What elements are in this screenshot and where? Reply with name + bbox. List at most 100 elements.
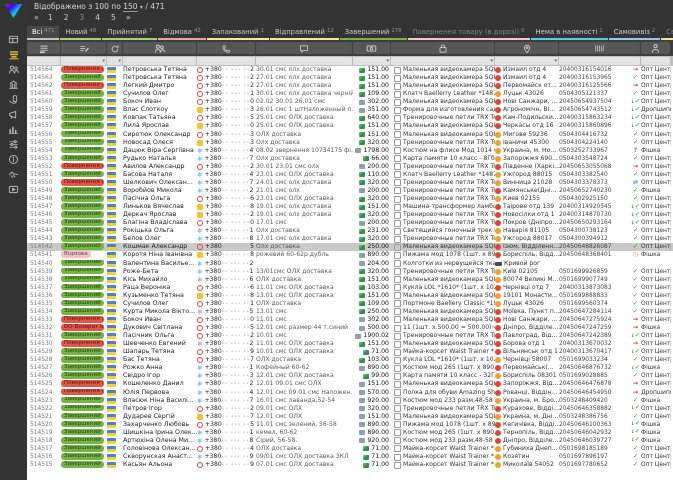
nav-dashboard[interactable] [0, 32, 27, 47]
channel-column-filter[interactable] [641, 57, 670, 65]
table-row[interactable]: 514541 Відмова Коротя Ніна Іванівна +380 ••… [27, 251, 673, 259]
order-id-column-filter[interactable] [27, 57, 60, 65]
country-cell [107, 204, 123, 211]
pager-first-button[interactable]: « [34, 13, 39, 22]
table-row[interactable]: 514527 Завершений Рожко Анна ❄ +380 •• ••• •… [27, 364, 673, 372]
table-row[interactable]: 514540 Завершений Валентина Василье... ❄ +38… [27, 259, 673, 268]
table-row[interactable]: 514564 Повернення (з... Петровська Тетяна +… [27, 66, 673, 74]
table-row[interactable]: 514551 Завершений Басова Наталя ❄ +380 •• ••… [27, 170, 673, 179]
nav-telephony[interactable] [0, 92, 27, 107]
tab-4[interactable]: Відмова 42 [158, 26, 206, 40]
table-row[interactable]: 514560 Завершений Бокоч Иван +380 •• ••• ••… [27, 98, 673, 106]
table-row[interactable]: 514553 Завершений Рудько Наталья ❄ +380 •• •… [27, 154, 673, 163]
table-row[interactable]: 514557 Завершений Лила Ярослав +380 •• ••• … [27, 122, 673, 130]
table-row[interactable]: 514556 Завершений Сиротюк Олександр +380 ••… [27, 130, 673, 139]
nav-marketing[interactable] [0, 107, 27, 122]
nav-stats[interactable] [0, 122, 27, 137]
table-row[interactable]: 514522 Завершений Петров Ігор +380 •• ••• •… [27, 404, 673, 413]
delivery-column-filter[interactable]: ▾ [495, 57, 558, 65]
table-row[interactable]: 514520 Завершений Захарченко Любовь +380 ••… [27, 420, 673, 429]
nav-company[interactable] [0, 77, 27, 92]
table-row[interactable]: 514516 Завершений Скворунская Анаст... ❄ +38… [27, 453, 673, 461]
table-row[interactable]: 514552 Повернення (з... Авилов Александр +3… [27, 162, 673, 171]
nav-info[interactable] [0, 152, 27, 167]
table-row[interactable]: 514548 Завершений Пасічна Ольга +380 •• •••… [27, 195, 673, 203]
table-row[interactable]: 514528 Завершений Бас Тетяна +380 •• ••• ••… [27, 356, 673, 364]
table-row[interactable]: 514550 Повернення (з... Шелкович Олексан..… [27, 178, 673, 187]
page-size-dropdown[interactable]: 150 [123, 2, 138, 12]
country-column-header[interactable] [107, 42, 122, 54]
pager-page-5[interactable]: 5 [110, 13, 117, 22]
pager-page-2[interactable]: 2 [63, 13, 70, 22]
table-row[interactable]: 514530 Повернення (з... Шевченко Евгений ❄+… [27, 340, 673, 348]
customer-column-header[interactable] [123, 42, 196, 54]
table-row[interactable]: 514531 Завершений Пасічник Ольга +380 •• ••… [27, 332, 673, 340]
table-row[interactable]: 514535 Завершений Сучилов Олег +380 •• ••• … [27, 299, 673, 308]
nav-video[interactable] [0, 182, 27, 197]
table-row[interactable]: 514532 DO Возврат ок... Дукович Світлана +3… [27, 324, 673, 332]
table-row[interactable]: 514563 Завершений Петровська Тетяна +380 ••… [27, 74, 673, 82]
table-row[interactable]: 514515 Завершений Касьян Альона +380 •• •••… [27, 461, 673, 469]
order-id-column-header[interactable] [27, 42, 60, 54]
phone-column-header[interactable] [197, 42, 255, 54]
channel-column-header[interactable] [641, 42, 670, 54]
table-row[interactable]: 514533 Повернення (з... Бокоч Иван +380 •• … [27, 315, 673, 324]
table-row[interactable]: 514549 Завершений Воробйов Микола ❄ +380 •• … [27, 186, 673, 195]
table-row[interactable]: 514555 Завершений Новосад Олеся +380 •• •••… [27, 138, 673, 147]
order-comment: Олх доставка [256, 243, 300, 251]
nav-orders[interactable] [0, 47, 27, 62]
table-row[interactable]: 514526 Завершений Свідро Ігор ❄ +380 •• ••• … [27, 372, 673, 380]
tracking-column-header[interactable] [559, 42, 640, 54]
status-column-header[interactable] [61, 42, 106, 54]
products-column-filter[interactable]: ▾ [391, 57, 494, 65]
table-row[interactable]: 514519 Завершений Шишкіна Ірина Олек... ❄ +3… [27, 428, 673, 437]
table-row[interactable]: 514544 Завершений Рокіцька Ольга ❄ +380 •• •… [27, 227, 673, 235]
table-row[interactable]: 514542 Завершений Кошмак Александр +380 •• … [27, 243, 673, 252]
table-row[interactable]: 514558 Завершений Ковпак Татьяна +380 •• ••… [27, 114, 673, 122]
table-row[interactable]: 514559 Завершений Влас Слоткоу +380 •• ••• … [27, 106, 673, 114]
comment-column-filter[interactable] [256, 57, 352, 65]
delivery-location: Луцьк 43026 [503, 90, 544, 98]
pager-last-button[interactable]: » [126, 13, 131, 22]
table-row[interactable]: 514539 Завершений Роже-Бета ❄ +380 •• ••• ••… [27, 267, 673, 276]
table-row[interactable]: 514524 Повернення (з... Юлія Первова ❄+380 … [27, 388, 673, 397]
products-column-header[interactable] [391, 42, 494, 54]
table-row[interactable]: 514536 Завершений Кузьменко Тетяна +380 •• … [27, 291, 673, 300]
chevron-down-icon[interactable]: ▾ [140, 4, 143, 11]
customer-column-filter[interactable] [123, 57, 196, 65]
payment-column-header[interactable] [353, 42, 390, 54]
table-row[interactable]: 514554 Завершений Дацюк Віра Сергіївна ❄ +38… [27, 146, 673, 155]
tab-5[interactable]: Запакований 1 [206, 26, 269, 40]
pager-page-1[interactable]: 1 [47, 13, 54, 22]
pager-page-4[interactable]: 4 [94, 13, 101, 22]
nav-contacts[interactable] [0, 62, 27, 77]
table-row[interactable]: 514529 Завершений Шапарь Тетяна +380 •• •••… [27, 348, 673, 356]
table-row[interactable]: 514547 Завершений Линьков Вячеслав +380 •• … [27, 203, 673, 211]
nav-partners[interactable] [0, 167, 27, 182]
table-row[interactable]: 514545 Завершений Благіна Владіслава +380 •… [27, 219, 673, 227]
comment-column-header[interactable] [256, 42, 352, 54]
table-row[interactable]: 514546 Завершений Деркач Ярослав +380 •• ••… [27, 211, 673, 219]
phone-column-filter[interactable] [197, 57, 255, 65]
table-row[interactable]: 514538 Завершений Кісь Михайло ❄ +380 •• •••… [27, 275, 673, 284]
pager-page-3[interactable]: 3 [78, 13, 85, 22]
table-row[interactable]: 514521 Завершений Дударев Сергій +380 •• ••… [27, 412, 673, 421]
country-column-filter[interactable]: ▾ [107, 57, 122, 65]
app-logo-icon[interactable] [5, 4, 22, 18]
status-column-filter[interactable]: ▾ [61, 57, 106, 65]
table-row[interactable]: 514517 Завершений Головінова Олексан... +38… [27, 444, 673, 453]
table-row[interactable]: 514562 Повернення (з... Легкий Дмитро +380 … [27, 82, 673, 90]
nav-settings[interactable] [0, 137, 27, 152]
tracking-column-filter[interactable] [559, 57, 640, 65]
table-row[interactable]: 514525 Повернення (з... Кошеленко Данил ❄+3… [27, 380, 673, 388]
table-row[interactable]: 514518 Завершений Артюхіна Олена Ми... ❄ +38… [27, 436, 673, 445]
tab-11[interactable]: Сервіси0 [661, 26, 673, 40]
table-row[interactable]: 514561 Завершений Сучилов Олег +380 •• ••• … [27, 90, 673, 98]
table-row[interactable]: 514534 Завершений Курта Микола Вікто... ❄ +3… [27, 307, 673, 316]
table-row[interactable]: 514543 Завершений Белов Олег ❄ +380 •• ••• •… [27, 235, 673, 243]
payment-column-filter[interactable]: ▾ [353, 57, 390, 65]
delivery-column-header[interactable] [495, 42, 558, 54]
table-row[interactable]: 514523 Завершений Власюк Ніна Василі... ❄ +3… [27, 396, 673, 405]
table-row[interactable]: 514537 Завершений Раца Вероніка +380 •• •••… [27, 283, 673, 292]
tab-8[interactable]: Повернення товару (в дорозі) 0 [407, 26, 530, 40]
